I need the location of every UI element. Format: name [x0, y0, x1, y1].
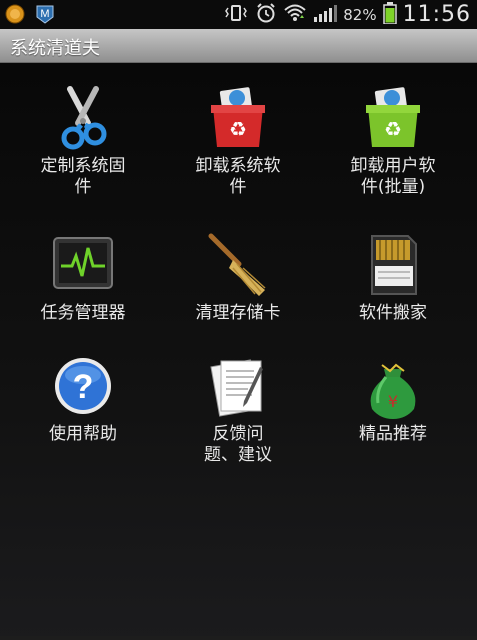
vibrate-icon — [223, 3, 249, 27]
grid-item-task-manager[interactable]: 任务管理器 — [8, 230, 158, 324]
heartbeat-monitor-icon — [48, 230, 118, 300]
grid-item-label: 软件搬家 — [359, 303, 427, 323]
grid-item-feedback[interactable]: 反馈问 题、建议 — [163, 351, 313, 466]
grid-item-label: 清理存储卡 — [195, 303, 281, 323]
green-recycle-bin-icon: ♻ — [358, 83, 428, 153]
grid-item-move-apps[interactable]: 软件搬家 — [318, 230, 468, 324]
alarm-clock-icon — [255, 2, 277, 28]
red-recycle-bin-icon: ♻ — [203, 83, 273, 153]
svg-text:?: ? — [73, 368, 94, 406]
grid-item-label: 任务管理器 — [40, 303, 126, 323]
grid-item-label: 定制系统固 件 — [40, 156, 126, 197]
grid-item-help[interactable]: ? 使用帮助 — [8, 351, 158, 445]
screen-bottom-edge — [0, 636, 477, 640]
money-bag-icon: ¥ — [358, 351, 428, 421]
clock-time: 11:56 — [402, 2, 471, 27]
signal-icon — [313, 3, 338, 27]
svg-text:M: M — [40, 8, 49, 20]
svg-text:¥: ¥ — [388, 392, 398, 411]
grid-item-clean-sd-card[interactable]: 清理存储卡 — [163, 230, 313, 324]
main-content: 定制系统固 件 ♻ 卸载系统软 件 ♻ 卸载用户软 件(批量) 任务管理器 清理… — [0, 63, 477, 640]
title-bar: 系统清道夫 — [0, 29, 477, 63]
grid-item-label: 反馈问 题、建议 — [204, 424, 272, 465]
app-m-icon: M — [34, 3, 56, 29]
battery-icon — [382, 1, 397, 28]
grid-item-label: 卸载系统软 件 — [195, 156, 281, 197]
svg-text:♻: ♻ — [229, 117, 247, 141]
sd-card-icon — [358, 230, 428, 300]
battery-percent: 82% — [343, 5, 377, 24]
broom-icon — [203, 230, 273, 300]
grid-item-customize-firmware[interactable]: 定制系统固 件 — [8, 83, 158, 198]
scissors-icon — [48, 83, 118, 153]
page-title: 系统清道夫 — [10, 38, 100, 59]
svg-text:♻: ♻ — [384, 117, 402, 141]
grid-item-label: 卸载用户软 件(批量) — [350, 156, 436, 197]
notification-dot-icon — [5, 4, 25, 28]
grid-item-uninstall-system-apps[interactable]: ♻ 卸载系统软 件 — [163, 83, 313, 198]
grid-item-recommended[interactable]: ¥ 精品推荐 — [318, 351, 468, 445]
grid-item-uninstall-user-apps[interactable]: ♻ 卸载用户软 件(批量) — [318, 83, 468, 198]
feedback-document-icon — [203, 351, 273, 421]
status-bar: M 82% 11:56 — [0, 0, 477, 29]
grid-item-label: 使用帮助 — [49, 424, 117, 444]
wifi-icon — [283, 2, 307, 28]
grid-item-label: 精品推荐 — [359, 424, 427, 444]
help-question-icon: ? — [48, 351, 118, 421]
